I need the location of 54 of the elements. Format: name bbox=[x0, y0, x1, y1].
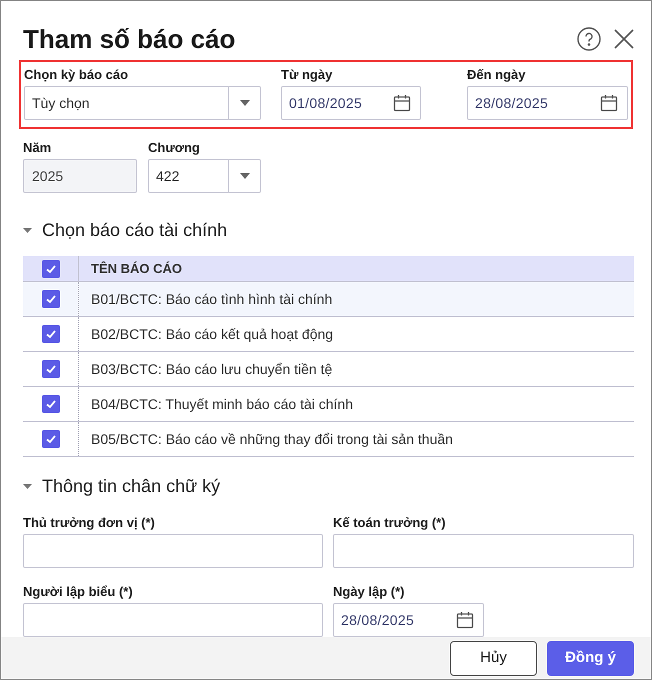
cancel-button[interactable]: Hủy bbox=[450, 640, 537, 676]
field-label: Từ ngày bbox=[281, 66, 334, 82]
caret-icon bbox=[240, 100, 250, 106]
date-field[interactable]: 28/08/2025 bbox=[333, 603, 484, 637]
table-cell-text: B03/BCTC: Báo cáo lưu chuyển tiền tệ bbox=[90, 360, 332, 379]
confirm-button[interactable]: Đồng ý bbox=[547, 640, 634, 676]
section-title: Chọn báo cáo tài chính bbox=[42, 219, 228, 242]
table-row[interactable]: B02/BCTC: Báo cáo kết quả hoạt động bbox=[23, 317, 634, 352]
field-label: Đến ngày bbox=[467, 66, 527, 82]
checkbox[interactable] bbox=[42, 430, 60, 448]
calendar-icon[interactable] bbox=[599, 93, 619, 113]
checkbox[interactable] bbox=[42, 290, 60, 308]
table-cell-text: B04/BCTC: Thuyết minh báo cáo tài chính bbox=[90, 394, 353, 414]
dropdown[interactable]: Tùy chọn bbox=[24, 86, 261, 120]
field-label: Năm bbox=[23, 139, 52, 155]
checkbox[interactable] bbox=[42, 360, 60, 378]
field-label: Chọn kỳ báo cáo bbox=[24, 66, 130, 82]
check-icon bbox=[44, 433, 56, 445]
dialog-title: Tham số báo cáo bbox=[23, 22, 236, 56]
collapse-toggle-icon[interactable] bbox=[23, 226, 32, 235]
table-row[interactable]: B05/BCTC: Báo cáo về những thay đổi trong tài sản thuần bbox=[23, 422, 634, 457]
help-icon[interactable] bbox=[577, 27, 601, 51]
field-label: Người lập biểu (*) bbox=[23, 583, 134, 599]
calendar-icon[interactable] bbox=[455, 610, 475, 630]
check-icon bbox=[44, 262, 56, 274]
checkbox[interactable] bbox=[42, 260, 60, 278]
calendar-icon[interactable] bbox=[392, 93, 412, 113]
checkbox[interactable] bbox=[42, 395, 60, 413]
table-cell-text: B05/BCTC: Báo cáo về những thay đổi trong tài sản thuần bbox=[90, 430, 453, 449]
caret-icon bbox=[240, 173, 250, 179]
checkbox[interactable] bbox=[42, 325, 60, 343]
date-field[interactable]: 28/08/2025 bbox=[467, 86, 628, 120]
check-icon bbox=[44, 293, 56, 305]
input-field[interactable] bbox=[23, 603, 323, 637]
collapse-toggle-icon[interactable] bbox=[23, 482, 32, 491]
section-title: Thông tin chân chữ ký bbox=[42, 475, 220, 498]
table-row[interactable]: B01/BCTC: Báo cáo tình hình tài chính bbox=[23, 282, 634, 317]
check-icon bbox=[44, 398, 56, 410]
field-label: Thủ trưởng đơn vị (*) bbox=[23, 514, 156, 530]
date-field[interactable]: 01/08/2025 bbox=[281, 86, 421, 120]
table-cell-text: B01/BCTC: Báo cáo tình hình tài chính bbox=[90, 290, 332, 308]
column-header: TÊN BÁO CÁO bbox=[90, 260, 182, 278]
check-icon bbox=[44, 328, 56, 340]
table-row[interactable]: B04/BCTC: Thuyết minh báo cáo tài chính bbox=[23, 387, 634, 422]
close-icon[interactable] bbox=[613, 28, 635, 50]
input-field[interactable] bbox=[23, 534, 323, 568]
input-field[interactable] bbox=[333, 534, 634, 568]
field-label: Ngày lập (*) bbox=[333, 583, 406, 599]
check-icon bbox=[44, 363, 56, 375]
dropdown[interactable]: 422 bbox=[148, 159, 261, 193]
field-label: Kế toán trưởng (*) bbox=[333, 514, 447, 530]
field-label: Chương bbox=[148, 139, 201, 155]
table-row[interactable]: B03/BCTC: Báo cáo lưu chuyển tiền tệ bbox=[23, 352, 634, 387]
table-cell-text: B02/BCTC: Báo cáo kết quả hoạt động bbox=[90, 324, 334, 344]
